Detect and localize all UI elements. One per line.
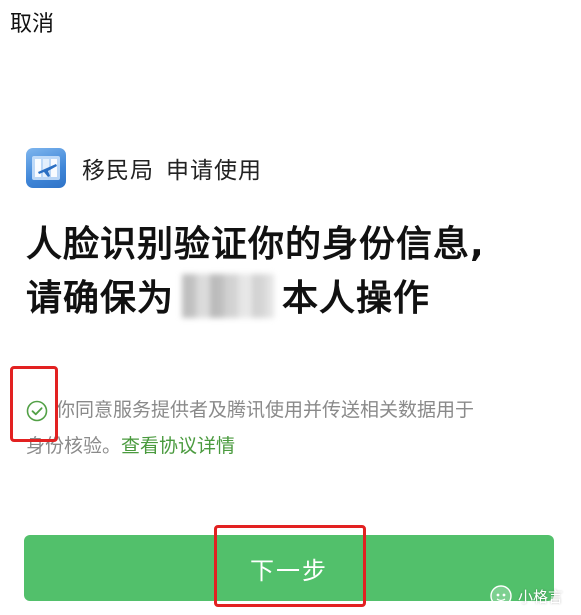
app-request-row: 移民局 申请使用	[26, 147, 262, 189]
next-step-button[interactable]: 下一步	[24, 535, 554, 601]
watermark: 小格言	[490, 585, 563, 607]
wechat-official-account-icon	[490, 585, 512, 607]
consent-line-2: 身份核验。查看协议详情	[26, 428, 566, 464]
redacted-name	[182, 274, 275, 318]
immigration-app-icon	[26, 148, 66, 188]
consent-agreement: 你同意服务提供者及腾讯使用并传送相关数据用于 身份核验。查看协议详情	[26, 392, 566, 464]
consent-checkbox[interactable]	[26, 398, 48, 421]
consent-text-2: 身份核验。	[26, 435, 122, 457]
consent-text-1: 你同意服务提供者及腾讯使用并传送相关数据用于	[56, 399, 475, 421]
page-title: 人脸识别验证你的身份信息, 请确保为 本人操作	[26, 218, 566, 326]
app-action-text: 申请使用	[166, 158, 262, 184]
consent-line-1: 你同意服务提供者及腾讯使用并传送相关数据用于	[26, 392, 566, 428]
headline-line-2-suffix: 本人操作	[282, 278, 431, 319]
headline-line-2: 请确保为 本人操作	[26, 272, 566, 326]
headline-line-2-prefix: 请确保为	[26, 278, 175, 319]
cancel-button[interactable]: 取消	[10, 10, 54, 40]
app-name: 移民局	[82, 158, 154, 184]
headline-line-1: 人脸识别验证你的身份信息,	[26, 224, 485, 265]
agreement-details-link[interactable]: 查看协议详情	[121, 435, 235, 457]
watermark-text: 小格言	[517, 587, 563, 606]
check-circle-icon	[26, 400, 48, 421]
